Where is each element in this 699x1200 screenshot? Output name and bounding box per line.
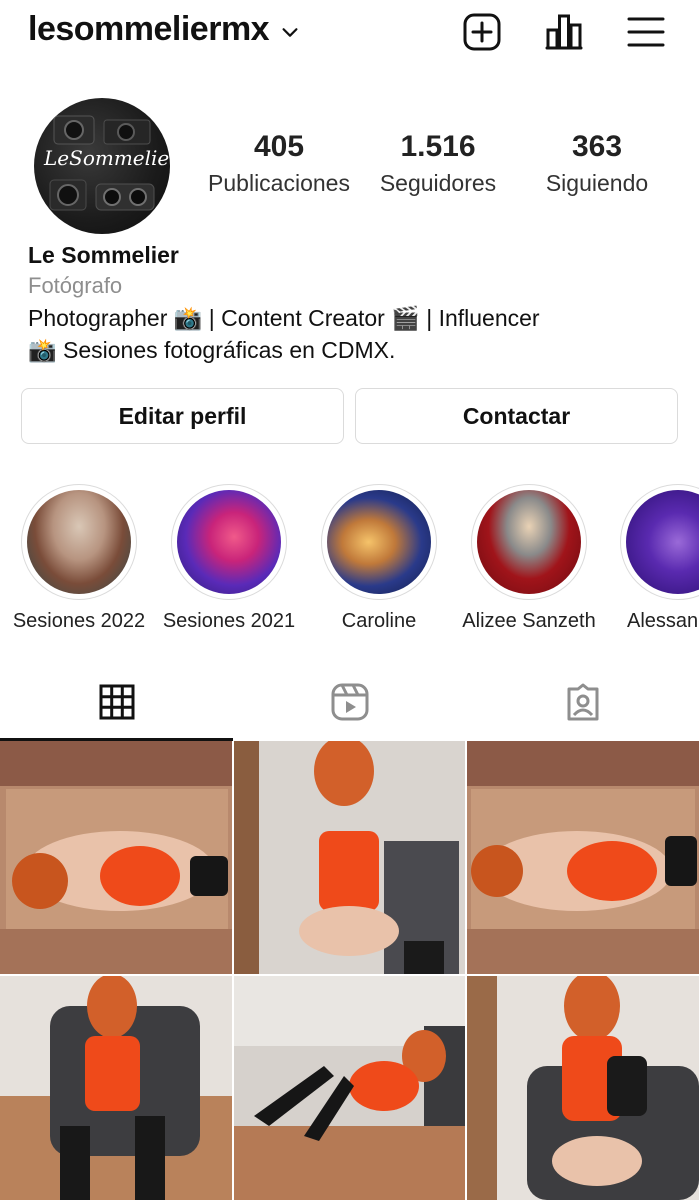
avatar-logo-text: LeSommelier bbox=[44, 146, 170, 170]
post-thumbnail bbox=[234, 741, 465, 974]
post-thumbnail bbox=[234, 976, 465, 1200]
grid-post[interactable] bbox=[0, 976, 232, 1200]
profile-category: Fotógrafo bbox=[28, 273, 123, 298]
reels-icon bbox=[331, 683, 368, 721]
username: lesommeliermx bbox=[28, 10, 270, 48]
highlight-cover-image bbox=[327, 490, 431, 594]
highlight-label: Caroline bbox=[341, 610, 417, 632]
highlight-caroline[interactable]: Caroline bbox=[306, 484, 452, 633]
highlight-ring bbox=[171, 484, 287, 600]
followers-count[interactable]: 1.516 Seguidores bbox=[370, 130, 506, 197]
bio-line-1: Photographer 📸 | Content Creator 🎬 | Inf… bbox=[28, 305, 540, 331]
profile-bio: Le Sommelier Fotógrafo Photographer 📸 | … bbox=[28, 240, 678, 366]
highlight-sesiones-2022[interactable]: Sesiones 2022 bbox=[6, 484, 152, 633]
highlight-ring bbox=[21, 484, 137, 600]
post-thumbnail bbox=[467, 741, 699, 974]
menu-icon[interactable] bbox=[626, 12, 666, 52]
profile-avatar[interactable]: LeSommelier bbox=[34, 98, 170, 234]
contact-button[interactable]: Contactar bbox=[355, 388, 678, 444]
followers-count-label: Seguidores bbox=[379, 170, 497, 196]
top-bar: lesommeliermx bbox=[0, 0, 699, 64]
profile-name: Le Sommelier bbox=[28, 242, 179, 268]
grid-post[interactable] bbox=[467, 741, 699, 974]
highlight-ring bbox=[321, 484, 437, 600]
bio-line-2: 📸 Sesiones fotográficas en CDMX. bbox=[28, 337, 396, 363]
highlight-cover-image bbox=[477, 490, 581, 594]
post-thumbnail bbox=[0, 976, 232, 1200]
tab-posts-grid[interactable] bbox=[0, 664, 233, 740]
grid-post[interactable] bbox=[467, 976, 699, 1200]
grid-icon bbox=[99, 684, 134, 720]
grid-post[interactable] bbox=[234, 741, 465, 974]
highlight-label: Alizee Sanzeth bbox=[462, 610, 596, 632]
account-switcher[interactable]: lesommeliermx bbox=[28, 10, 301, 49]
chevron-down-icon bbox=[282, 27, 298, 37]
following-count-value: 363 bbox=[571, 130, 623, 163]
tagged-icon bbox=[567, 683, 598, 721]
posts-count[interactable]: 405 Publicaciones bbox=[200, 130, 358, 197]
edit-profile-button[interactable]: Editar perfil bbox=[21, 388, 344, 444]
grid-post[interactable] bbox=[234, 976, 465, 1200]
highlight-label: Sesiones 2021 bbox=[162, 610, 296, 632]
highlight-label: Alessan bbox=[627, 610, 699, 632]
tab-reels[interactable] bbox=[233, 664, 466, 740]
tab-tagged[interactable] bbox=[466, 664, 699, 740]
highlight-label: Sesiones 2022 bbox=[12, 610, 146, 632]
highlight-ring bbox=[620, 484, 699, 600]
insights-icon[interactable] bbox=[544, 12, 584, 52]
highlight-sesiones-2021[interactable]: Sesiones 2021 bbox=[156, 484, 302, 633]
following-count-label: Siguiendo bbox=[545, 170, 649, 196]
new-post-icon[interactable] bbox=[462, 12, 502, 52]
highlight-alessan[interactable]: Alessan bbox=[606, 484, 699, 633]
highlight-ring bbox=[471, 484, 587, 600]
followers-count-value: 1.516 bbox=[400, 130, 476, 163]
highlight-cover-image bbox=[177, 490, 281, 594]
posts-count-value: 405 bbox=[253, 130, 305, 163]
highlight-cover-image bbox=[27, 490, 131, 594]
highlight-cover-image bbox=[626, 490, 699, 594]
highlight-alizee-sanzeth[interactable]: Alizee Sanzeth bbox=[456, 484, 602, 633]
following-count[interactable]: 363 Siguiendo bbox=[534, 130, 660, 197]
post-thumbnail bbox=[0, 741, 232, 974]
post-thumbnail bbox=[467, 976, 699, 1200]
posts-count-label: Publicaciones bbox=[208, 170, 350, 196]
grid-post[interactable] bbox=[0, 741, 232, 974]
